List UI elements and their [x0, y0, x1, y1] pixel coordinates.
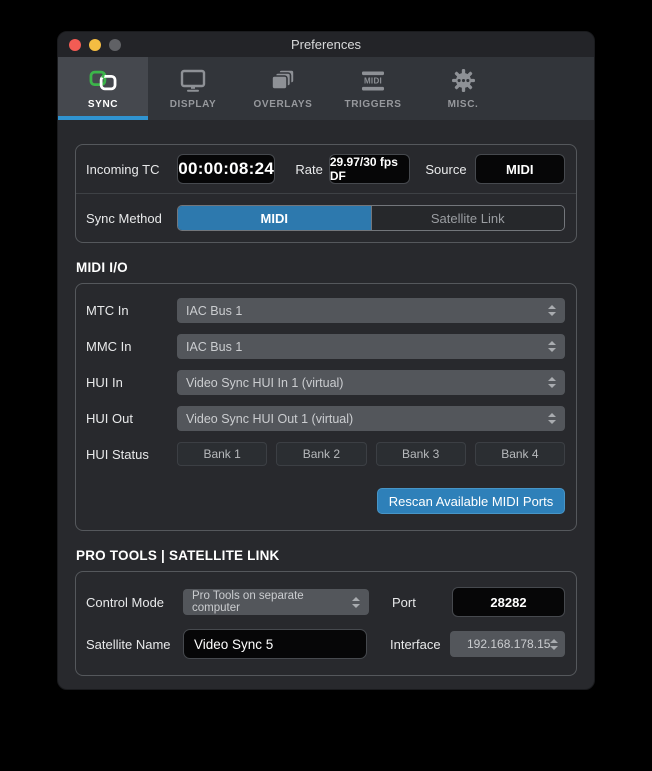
- satellite-name-row: Satellite Name Video Sync 5 Interface 19…: [86, 629, 565, 659]
- hui-status-label: HUI Status: [86, 447, 177, 462]
- stepper-icon: [548, 341, 556, 352]
- tab-misc[interactable]: MISC.: [418, 57, 508, 120]
- gear-icon: [451, 68, 476, 94]
- rate-display: 29.97/30 fps DF: [329, 154, 411, 184]
- tab-overlays-label: OVERLAYS: [254, 99, 313, 110]
- tab-triggers[interactable]: MIDI TRIGGERS: [328, 57, 418, 120]
- satellite-name-field[interactable]: Video Sync 5: [183, 629, 367, 659]
- close-button[interactable]: [69, 39, 81, 51]
- satellite-panel: Control Mode Pro Tools on separate compu…: [75, 571, 577, 676]
- hui-out-value: Video Sync HUI Out 1 (virtual): [186, 412, 353, 426]
- tab-misc-label: MISC.: [448, 99, 479, 110]
- port-field[interactable]: 28282: [452, 587, 565, 617]
- hui-in-value: Video Sync HUI In 1 (virtual): [186, 376, 343, 390]
- title-bar: Preferences: [58, 32, 594, 57]
- minimize-button[interactable]: [89, 39, 101, 51]
- mtc-in-value: IAC Bus 1: [186, 304, 242, 318]
- source-display: MIDI: [475, 154, 565, 184]
- mmc-in-label: MMC In: [86, 339, 177, 354]
- hui-in-select[interactable]: Video Sync HUI In 1 (virtual): [177, 370, 565, 395]
- incoming-tc-label: Incoming TC: [86, 162, 177, 177]
- traffic-lights: [69, 39, 121, 51]
- timecode-panel: Incoming TC 00:00:08:24 Rate 29.97/30 fp…: [75, 144, 577, 243]
- mtc-in-select[interactable]: IAC Bus 1: [177, 298, 565, 323]
- sync-method-row: Sync Method MIDI Satellite Link: [76, 193, 576, 242]
- hui-out-row: HUI Out Video Sync HUI Out 1 (virtual): [86, 406, 565, 431]
- stepper-icon: [548, 305, 556, 316]
- control-mode-row: Control Mode Pro Tools on separate compu…: [86, 587, 565, 617]
- stepper-icon: [548, 413, 556, 424]
- interface-label: Interface: [390, 637, 450, 652]
- control-mode-select[interactable]: Pro Tools on separate computer: [183, 589, 369, 615]
- mmc-in-select[interactable]: IAC Bus 1: [177, 334, 565, 359]
- rate-label: Rate: [295, 162, 322, 177]
- mtc-in-label: MTC In: [86, 303, 177, 318]
- display-icon: [180, 68, 206, 94]
- control-mode-value: Pro Tools on separate computer: [192, 590, 352, 614]
- hui-in-row: HUI In Video Sync HUI In 1 (virtual): [86, 370, 565, 395]
- tab-sync[interactable]: SYNC: [58, 57, 148, 120]
- incoming-tc-display: 00:00:08:24: [177, 154, 275, 184]
- sync-pane: Incoming TC 00:00:08:24 Rate 29.97/30 fp…: [58, 144, 594, 676]
- bank-2-button[interactable]: Bank 2: [276, 442, 366, 466]
- svg-text:MIDI: MIDI: [364, 76, 382, 85]
- tab-sync-label: SYNC: [88, 99, 118, 110]
- hui-out-label: HUI Out: [86, 411, 177, 426]
- stepper-icon: [548, 377, 556, 388]
- stepper-icon: [550, 639, 558, 650]
- sync-method-segmented-control: MIDI Satellite Link: [177, 205, 565, 231]
- satellite-name-label: Satellite Name: [86, 637, 183, 652]
- port-label: Port: [392, 595, 452, 610]
- mmc-in-value: IAC Bus 1: [186, 340, 242, 354]
- mtc-in-row: MTC In IAC Bus 1: [86, 298, 565, 323]
- hui-out-select[interactable]: Video Sync HUI Out 1 (virtual): [177, 406, 565, 431]
- satellite-section-title: PRO TOOLS | SATELLITE LINK: [76, 548, 577, 563]
- incoming-tc-row: Incoming TC 00:00:08:24 Rate 29.97/30 fp…: [76, 145, 576, 193]
- midi-io-section-title: MIDI I/O: [76, 260, 577, 275]
- control-mode-label: Control Mode: [86, 595, 183, 610]
- hui-status-banks: Bank 1 Bank 2 Bank 3 Bank 4: [177, 442, 565, 466]
- sync-method-label: Sync Method: [86, 211, 177, 226]
- overlays-icon: [270, 68, 296, 94]
- tab-overlays[interactable]: OVERLAYS: [238, 57, 328, 120]
- tab-triggers-label: TRIGGERS: [344, 99, 401, 110]
- bank-4-button[interactable]: Bank 4: [475, 442, 565, 466]
- midi-plug-icon: MIDI: [359, 68, 387, 94]
- interface-value: 192.168.178.15: [459, 637, 550, 651]
- interface-select[interactable]: 192.168.178.15: [450, 631, 565, 657]
- hui-status-row: HUI Status Bank 1 Bank 2 Bank 3 Bank 4: [86, 442, 565, 466]
- sync-link-icon: [88, 68, 118, 94]
- zoom-button-disabled: [109, 39, 121, 51]
- mmc-in-row: MMC In IAC Bus 1: [86, 334, 565, 359]
- stepper-icon: [352, 597, 360, 608]
- preferences-window: Preferences SYNC DISPLAY: [57, 31, 595, 690]
- bank-3-button[interactable]: Bank 3: [376, 442, 466, 466]
- hui-in-label: HUI In: [86, 375, 177, 390]
- sync-method-option-satellite-link[interactable]: Satellite Link: [371, 206, 565, 230]
- rescan-midi-ports-button[interactable]: Rescan Available MIDI Ports: [377, 488, 565, 514]
- source-label: Source: [425, 162, 466, 177]
- midi-io-panel: MTC In IAC Bus 1 MMC In IAC Bus 1 HUI In…: [75, 283, 577, 531]
- tab-display[interactable]: DISPLAY: [148, 57, 238, 120]
- bank-1-button[interactable]: Bank 1: [177, 442, 267, 466]
- window-title: Preferences: [291, 37, 361, 52]
- preferences-tab-bar: SYNC DISPLAY OVERLAYS: [58, 57, 594, 120]
- sync-method-option-midi[interactable]: MIDI: [178, 206, 371, 230]
- tab-display-label: DISPLAY: [170, 99, 217, 110]
- rescan-row: Rescan Available MIDI Ports: [86, 488, 565, 514]
